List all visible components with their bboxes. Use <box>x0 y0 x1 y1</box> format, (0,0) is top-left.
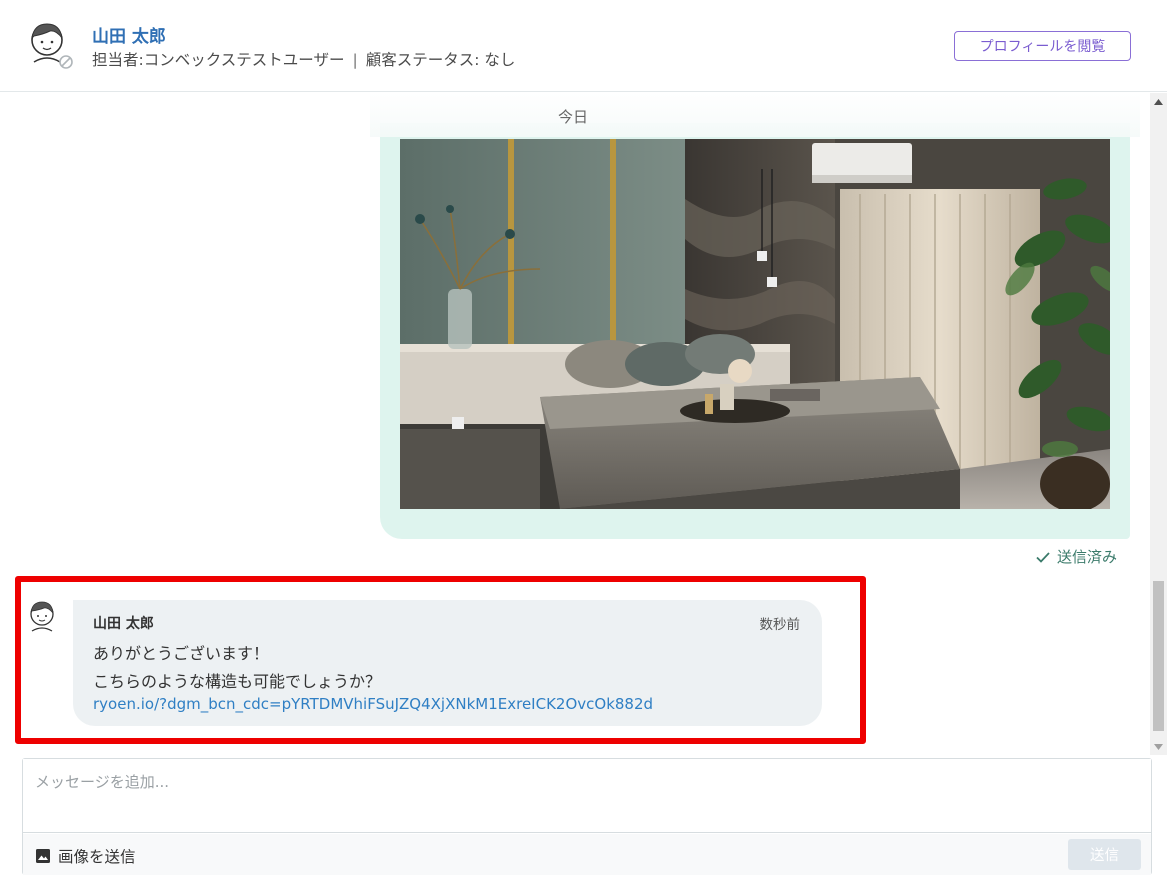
chat-scrollbar[interactable] <box>1150 93 1167 755</box>
scrollbar-thumb[interactable] <box>1153 581 1164 731</box>
date-divider-label: 今日 <box>558 108 589 126</box>
message-link[interactable]: ryoen.io/?dgm_bcn_cdc=pYRTDMVhiFSuJZQ4Xj… <box>93 695 653 713</box>
date-divider: 今日 <box>370 93 1140 137</box>
sent-image-bedroom-photo[interactable] <box>400 139 1110 509</box>
customer-avatar-icon[interactable] <box>26 18 76 72</box>
send-button[interactable]: 送信 <box>1068 839 1141 870</box>
message-input[interactable] <box>23 759 1151 833</box>
chat-header: 山田 太郎 担当者:コンベックステストユーザー | 顧客ステータス: なし プロフィ… <box>0 0 1167 92</box>
message-text-line: ありがとうございます！ <box>93 644 270 663</box>
customer-meta: 担当者:コンベックステストユーザー | 顧客ステータス: なし <box>92 48 515 70</box>
message-composer: 画像を送信 送信 <box>22 758 1152 875</box>
send-image-button[interactable]: 画像を送信 <box>35 845 136 867</box>
bedroom-photo-image <box>400 139 1110 509</box>
customer-name[interactable]: 山田 太郎 <box>92 22 166 47</box>
sent-status-label: 送信済み <box>1057 548 1118 566</box>
send-image-label: 画像を送信 <box>58 848 136 866</box>
customer-status-label: 顧客ステータス: なし <box>365 51 516 69</box>
message-text-line: こちらのような構造も可能でしょうか？ <box>93 672 382 691</box>
sent-status: 送信済み <box>1035 546 1117 567</box>
message-time: 数秒前 <box>759 617 801 633</box>
check-icon <box>1036 551 1050 563</box>
composer-toolbar: 画像を送信 送信 <box>23 834 1151 875</box>
image-icon <box>36 849 50 863</box>
meta-separator: | <box>352 51 358 69</box>
sender-avatar-icon <box>30 601 54 632</box>
chat-messages-area: 今日 送信済み 山田 太郎 数秒前 ありがとうございます！ こちらのような構造も… <box>0 93 1150 755</box>
scroll-down-arrow-icon[interactable] <box>1150 738 1167 755</box>
message-sender: 山田 太郎 <box>93 616 154 632</box>
scroll-up-arrow-icon[interactable] <box>1150 93 1167 110</box>
incoming-message-bubble: 山田 太郎 数秒前 ありがとうございます！ こちらのような構造も可能でしょうか？… <box>73 600 822 726</box>
view-profile-button[interactable]: プロフィールを閲覧 <box>954 31 1131 61</box>
assignee-label: 担当者:コンベックステストユーザー <box>92 51 345 69</box>
